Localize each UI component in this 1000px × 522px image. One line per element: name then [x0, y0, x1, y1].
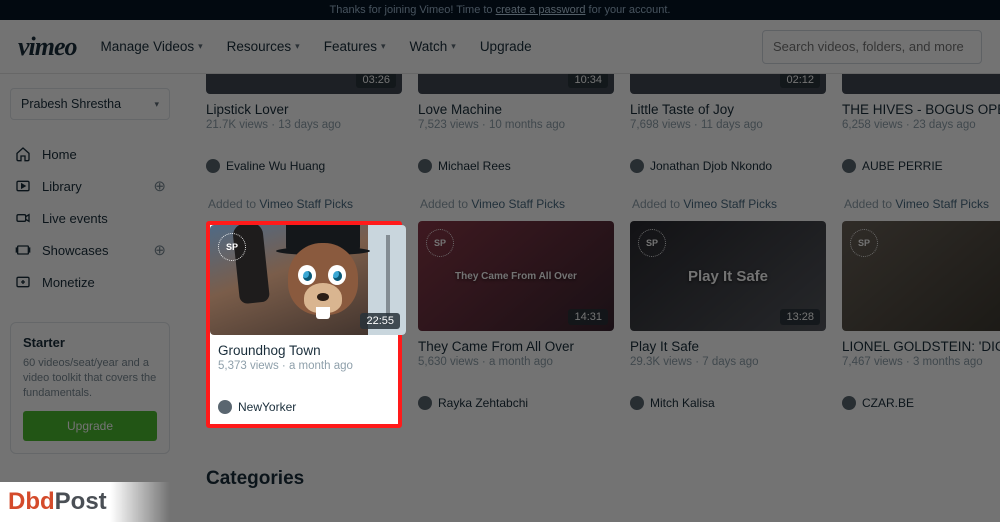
avatar: [206, 159, 220, 173]
duration-badge: 14:31: [568, 309, 608, 325]
video-title: THE HIVES - BOGUS OPER: [842, 102, 1000, 117]
chevron-down-icon: ▾: [154, 99, 159, 110]
sidebar-item-monetize[interactable]: Monetize: [10, 266, 170, 298]
plus-icon[interactable]: ⊕: [153, 241, 166, 259]
staff-picks-link[interactable]: Vimeo Staff Picks: [471, 197, 565, 211]
banner-post: for your account.: [586, 4, 671, 16]
video-author[interactable]: Mitch Kalisa: [630, 396, 826, 410]
video-title: LIONEL GOLDSTEIN: 'DICH: [842, 339, 1000, 354]
chevron-down-icon: ▾: [198, 41, 203, 52]
added-to-label: Added to Vimeo Staff Picks: [208, 197, 402, 211]
video-card[interactable]: SPPlay It Safe13:28 Play It Safe 29.3K v…: [630, 221, 826, 428]
chevron-down-icon: ▾: [381, 41, 386, 52]
video-thumbnail[interactable]: SP: [842, 221, 1000, 331]
staff-picks-link[interactable]: Vimeo Staff Picks: [683, 197, 777, 211]
camera-icon: [14, 209, 32, 227]
showcase-icon: [14, 241, 32, 259]
user-selector[interactable]: Prabesh Shrestha ▾: [10, 88, 170, 120]
nav-upgrade[interactable]: Upgrade: [480, 39, 532, 54]
nav-manage-videos[interactable]: Manage Videos▾: [101, 39, 203, 54]
sidebar: Prabesh Shrestha ▾ Home Library⊕ Live ev…: [0, 74, 180, 522]
video-meta: 7,698 views · 11 days ago: [630, 119, 826, 131]
sidebar-item-live[interactable]: Live events: [10, 202, 170, 234]
video-card[interactable]: SP LIONEL GOLDSTEIN: 'DICH 7,467 views ·…: [842, 221, 1000, 428]
video-card[interactable]: 02:12 Little Taste of Joy 7,698 views · …: [630, 74, 826, 173]
vimeo-logo[interactable]: vimeo: [18, 32, 77, 62]
nav-watch[interactable]: Watch▾: [410, 39, 456, 54]
video-author[interactable]: Evaline Wu Huang: [206, 159, 402, 173]
top-banner: Thanks for joining Vimeo! Time to create…: [0, 0, 1000, 20]
staff-picks-link[interactable]: Vimeo Staff Picks: [259, 197, 353, 211]
avatar: [418, 396, 432, 410]
video-card[interactable]: 03:26 Lipstick Lover 21.7K views · 13 da…: [206, 74, 402, 173]
main-content: 03:26 Lipstick Lover 21.7K views · 13 da…: [180, 74, 1000, 522]
video-title: Play It Safe: [630, 339, 826, 354]
staff-pick-badge-icon: SP: [218, 233, 246, 261]
plus-icon[interactable]: ⊕: [153, 177, 166, 195]
starter-desc: 60 videos/seat/year and a video toolkit …: [23, 356, 157, 401]
video-meta: 29.3K views · 7 days ago: [630, 356, 826, 368]
video-meta: 7,523 views · 10 months ago: [418, 119, 614, 131]
video-thumbnail[interactable]: SPPlay It Safe13:28: [630, 221, 826, 331]
duration-badge: 02:12: [780, 74, 820, 88]
added-to-label: Added to Vimeo Staff Picks: [632, 197, 826, 211]
chevron-down-icon: ▾: [451, 41, 456, 52]
avatar: [218, 400, 232, 414]
banner-link[interactable]: create a password: [496, 4, 586, 16]
added-to-label: Added to Vimeo Staff Picks: [420, 197, 614, 211]
categories-heading: Categories: [206, 468, 1000, 490]
video-card[interactable]: 10:34 Love Machine 7,523 views · 10 mont…: [418, 74, 614, 173]
video-author[interactable]: NewYorker: [210, 400, 398, 414]
search-input[interactable]: [762, 30, 982, 64]
video-title: They Came From All Over: [418, 339, 614, 354]
avatar: [630, 159, 644, 173]
monetize-icon: [14, 273, 32, 291]
upgrade-button[interactable]: Upgrade: [23, 411, 157, 441]
video-author[interactable]: AUBE PERRIE: [842, 159, 1000, 173]
video-meta: 21.7K views · 13 days ago: [206, 119, 402, 131]
top-nav: vimeo Manage Videos▾ Resources▾ Features…: [0, 20, 1000, 74]
user-name: Prabesh Shrestha: [21, 97, 121, 111]
starter-title: Starter: [23, 335, 157, 350]
added-to-label: Added to Vimeo Staff Picks: [844, 197, 1000, 211]
video-title: Little Taste of Joy: [630, 102, 826, 117]
avatar: [418, 159, 432, 173]
banner-pre: Thanks for joining Vimeo! Time to: [330, 4, 496, 16]
video-meta: 5,373 views · a month ago: [210, 360, 398, 372]
starter-card: Starter 60 videos/seat/year and a video …: [10, 322, 170, 454]
duration-badge: 03:26: [356, 74, 396, 88]
video-meta: 5,630 views · a month ago: [418, 356, 614, 368]
sidebar-item-showcases[interactable]: Showcases⊕: [10, 234, 170, 266]
video-meta: 7,467 views · 3 months ago: [842, 356, 1000, 368]
duration-badge: 13:28: [780, 309, 820, 325]
chevron-down-icon: ▾: [295, 41, 300, 52]
duration-badge: 10:34: [568, 74, 608, 88]
avatar: [842, 396, 856, 410]
video-author[interactable]: Rayka Zehtabchi: [418, 396, 614, 410]
video-author[interactable]: CZAR.BE: [842, 396, 1000, 410]
video-title: Groundhog Town: [210, 343, 398, 358]
nav-resources[interactable]: Resources▾: [227, 39, 300, 54]
sidebar-item-home[interactable]: Home: [10, 138, 170, 170]
video-author[interactable]: Michael Rees: [418, 159, 614, 173]
video-card[interactable]: THE HIVES - BOGUS OPER 6,258 views · 23 …: [842, 74, 1000, 173]
duration-badge: 22:55: [360, 313, 400, 329]
video-title: Love Machine: [418, 102, 614, 117]
dbdpost-watermark: DbdPost: [0, 482, 170, 522]
video-title: Lipstick Lover: [206, 102, 402, 117]
video-thumbnail[interactable]: SPThey Came From All Over14:31: [418, 221, 614, 331]
staff-pick-badge-icon: SP: [850, 229, 878, 257]
sidebar-item-library[interactable]: Library⊕: [10, 170, 170, 202]
video-meta: 6,258 views · 23 days ago: [842, 119, 1000, 131]
home-icon: [14, 145, 32, 163]
avatar: [842, 159, 856, 173]
avatar: [630, 396, 644, 410]
video-author[interactable]: Jonathan Djob Nkondo: [630, 159, 826, 173]
nav-features[interactable]: Features▾: [324, 39, 386, 54]
video-card-highlighted[interactable]: SP 22:55 Groundhog Town 5,373 views · a …: [206, 221, 402, 428]
library-icon: [14, 177, 32, 195]
video-thumbnail[interactable]: SP 22:55: [210, 225, 406, 335]
staff-picks-link[interactable]: Vimeo Staff Picks: [895, 197, 989, 211]
video-card[interactable]: SPThey Came From All Over14:31 They Came…: [418, 221, 614, 428]
